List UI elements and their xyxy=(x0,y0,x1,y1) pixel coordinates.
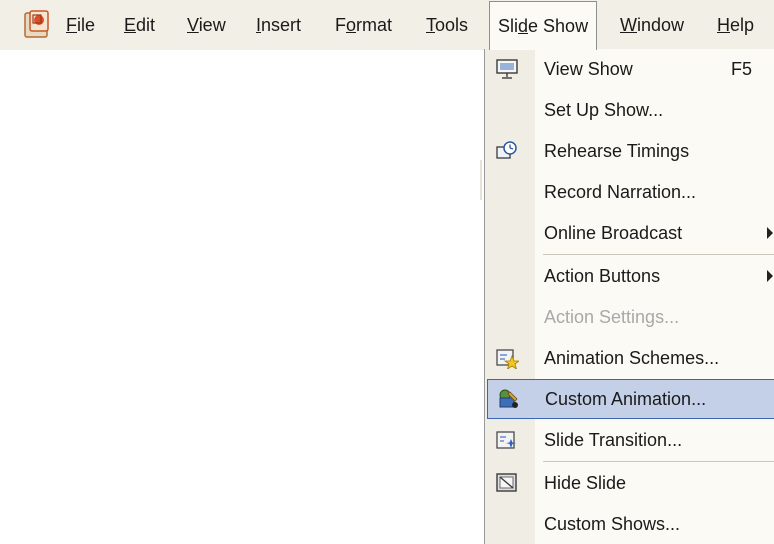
menu-slide-show[interactable]: Slide Show xyxy=(489,1,598,50)
menu-window[interactable]: Window xyxy=(618,0,686,50)
menu-view-rest: iew xyxy=(198,15,226,35)
menu-format-rest: rmat xyxy=(356,15,393,35)
menu-window-rest: indow xyxy=(637,15,685,35)
menu-item-shortcut: F5 xyxy=(731,59,753,79)
menu-item-label: Rehearse Timings xyxy=(544,141,690,161)
hide-slide-icon xyxy=(496,473,517,492)
menu-item-set-up-show[interactable]: Set Up Show... xyxy=(485,90,774,130)
menu-item-online-broadcast[interactable]: Online Broadcast xyxy=(485,213,774,253)
menu-slideshow-rest: e Show xyxy=(528,16,589,36)
menu-edit-rest: dit xyxy=(136,15,156,35)
menu-insert[interactable]: Insert xyxy=(254,0,303,50)
menu-window-mnemonic: W xyxy=(620,15,637,35)
menu-item-label: Action Buttons xyxy=(544,266,661,286)
slide-transition-icon xyxy=(496,431,516,449)
menu-tools-mnemonic: T xyxy=(426,15,435,35)
menu-item-custom-animation[interactable]: Custom Animation... xyxy=(487,379,774,419)
powerpoint-app-icon[interactable] xyxy=(22,10,52,40)
menu-format-pre: F xyxy=(335,15,346,35)
menu-item-label: Action Settings... xyxy=(544,307,680,327)
menu-format[interactable]: Format xyxy=(333,0,394,50)
menu-item-rehearse-timings[interactable]: Rehearse Timings xyxy=(485,131,774,171)
menu-item-slide-transition[interactable]: Slide Transition... xyxy=(485,420,774,460)
menu-view[interactable]: View xyxy=(185,0,228,50)
menu-item-action-buttons[interactable]: Action Buttons xyxy=(485,256,774,296)
menu-separator xyxy=(543,461,774,462)
menu-file-mnemonic: F xyxy=(66,15,77,35)
menu-item-custom-shows[interactable]: Custom Shows... xyxy=(485,504,774,544)
menu-item-view-show[interactable]: View Show F5 xyxy=(485,49,774,89)
submenu-arrow-icon xyxy=(767,270,773,282)
menu-separator xyxy=(543,254,774,255)
menu-slideshow-pre: Sli xyxy=(498,16,519,36)
rehearse-timings-icon xyxy=(496,141,517,159)
submenu-arrow-icon xyxy=(767,227,773,239)
animation-schemes-icon xyxy=(496,349,519,369)
menu-insert-rest: nsert xyxy=(261,15,302,35)
menu-item-label: Animation Schemes... xyxy=(544,348,720,368)
menu-help-rest: elp xyxy=(730,15,755,35)
menu-item-label: Hide Slide xyxy=(544,473,627,493)
menu-item-label: Custom Shows... xyxy=(544,514,681,534)
menu-edit[interactable]: Edit xyxy=(122,0,157,50)
menu-item-label: View Show xyxy=(544,59,633,79)
menu-help-mnemonic: H xyxy=(717,15,730,35)
menu-tools-rest: ools xyxy=(435,15,469,35)
menu-item-label: Online Broadcast xyxy=(544,223,683,243)
view-show-icon xyxy=(496,59,518,79)
menu-edit-mnemonic: E xyxy=(124,15,137,35)
menu-file-rest: ile xyxy=(77,15,96,35)
menu-view-mnemonic: V xyxy=(187,15,199,35)
menu-item-label: Slide Transition... xyxy=(544,430,683,450)
menu-tools[interactable]: Tools xyxy=(424,0,470,50)
menu-item-label: Custom Animation... xyxy=(545,389,707,409)
custom-animation-icon xyxy=(499,389,518,408)
menu-help[interactable]: Help xyxy=(715,0,756,50)
slide-show-dropdown: View Show F5 Set Up Show... Rehearse Tim… xyxy=(484,49,774,544)
menu-item-action-settings: Action Settings... xyxy=(485,297,774,337)
menu-item-label: Set Up Show... xyxy=(544,100,664,120)
menu-bar: File Edit View Insert Format Tools Slide… xyxy=(0,0,774,50)
menu-format-mnemonic: o xyxy=(346,15,357,35)
menu-item-hide-slide[interactable]: Hide Slide xyxy=(485,463,774,503)
menu-item-record-narration[interactable]: Record Narration... xyxy=(485,172,774,212)
document-edge xyxy=(480,160,482,200)
menu-item-label: Record Narration... xyxy=(544,182,697,202)
menu-item-animation-schemes[interactable]: Animation Schemes... xyxy=(485,338,774,378)
menu-file[interactable]: File xyxy=(64,0,97,50)
menu-slideshow-mnemonic: d xyxy=(518,16,529,36)
